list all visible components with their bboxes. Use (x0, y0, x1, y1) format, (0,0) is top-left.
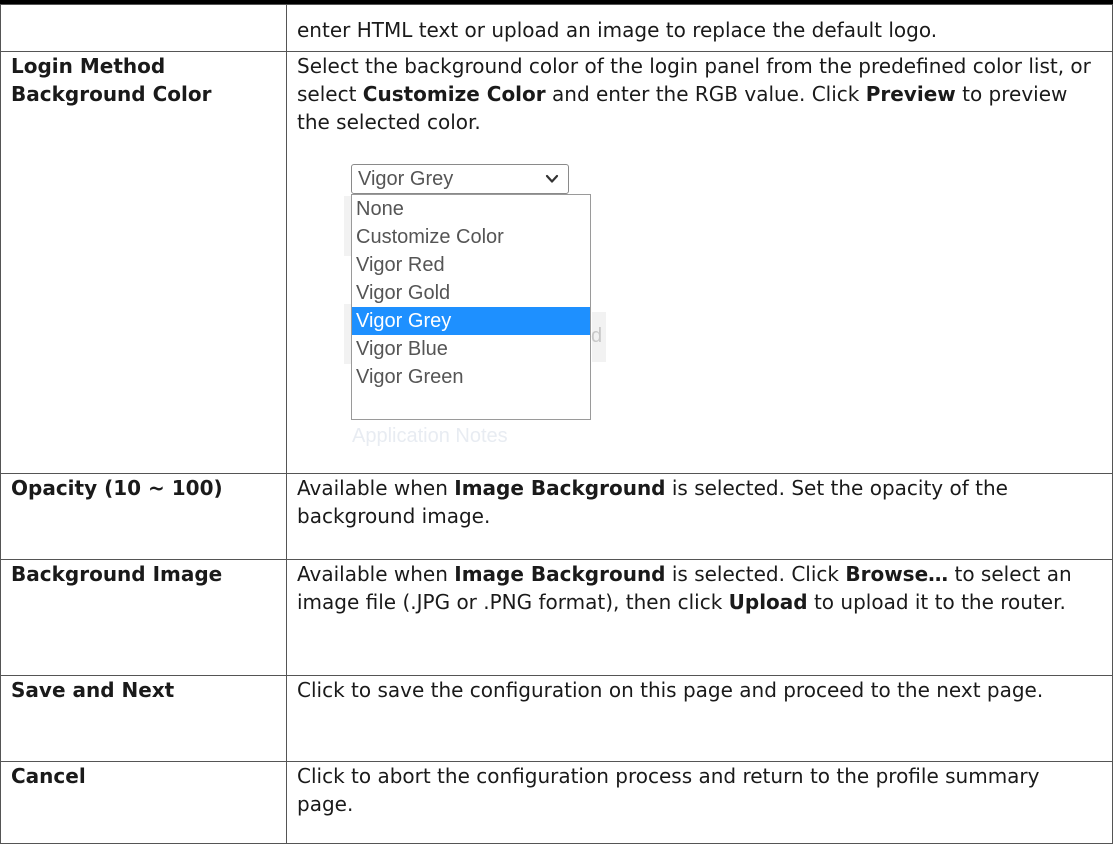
description-cell: Available when Image Background is selec… (286, 559, 1113, 676)
dropdown-option[interactable]: Vigor Green (352, 363, 590, 391)
term-cell: Save and Next (0, 675, 287, 762)
keyword: Preview (865, 82, 956, 106)
dropdown-options-list: None Customize Color Vigor Red Vigor Gol… (351, 194, 591, 420)
dropdown-option[interactable]: None (352, 195, 590, 223)
behind-fragment-text: d (591, 325, 603, 347)
dropdown-option-selected[interactable]: Vigor Grey (352, 307, 590, 335)
term-cell: Background Image (0, 559, 287, 676)
description-cell: Click to abort the configuration process… (286, 761, 1113, 844)
term-cell: Login Method Background Color (0, 51, 287, 474)
chevron-down-icon (545, 174, 559, 183)
dropdown-option[interactable]: Customize Color (352, 223, 590, 251)
table-row: Opacity (10 ~ 100) Available when Image … (0, 473, 1113, 560)
dropdown-option[interactable]: Vigor Red (352, 251, 590, 279)
description-cell: Select the background color of the login… (286, 51, 1113, 474)
table-row: Login Method Background Color Select the… (0, 51, 1113, 474)
keyword: Image Background (454, 476, 666, 500)
description-text: Select the background color of the login… (297, 54, 1091, 134)
background-color-select[interactable]: Vigor Grey (351, 164, 569, 194)
term-cell: Cancel (0, 761, 287, 844)
description-cell: Click to save the configuration on this … (286, 675, 1113, 762)
keyword: Browse… (845, 562, 949, 586)
table-row: Cancel Click to abort the configuration … (0, 761, 1113, 844)
table-row: Background Image Available when Image Ba… (0, 559, 1113, 676)
table-row: enter HTML text or upload an image to re… (0, 4, 1113, 52)
keyword: Upload (728, 590, 808, 614)
description-cell: Available when Image Background is selec… (286, 473, 1113, 560)
table-row: Save and Next Click to save the configur… (0, 675, 1113, 762)
color-dropdown-figure: d Application Notes Vigor Grey None Cust… (344, 154, 606, 447)
dropdown-option[interactable]: Vigor Blue (352, 335, 590, 363)
term-cell (0, 4, 287, 52)
description-table: enter HTML text or upload an image to re… (0, 4, 1113, 844)
term-cell: Opacity (10 ~ 100) (0, 473, 287, 560)
dropdown-option[interactable]: Vigor Gold (352, 279, 590, 307)
keyword: Image Background (454, 562, 666, 586)
selected-value: Vigor Grey (358, 168, 454, 190)
behind-footer-text: Application Notes (352, 425, 508, 447)
description-cell: enter HTML text or upload an image to re… (286, 4, 1113, 52)
keyword: Customize Color (362, 82, 546, 106)
